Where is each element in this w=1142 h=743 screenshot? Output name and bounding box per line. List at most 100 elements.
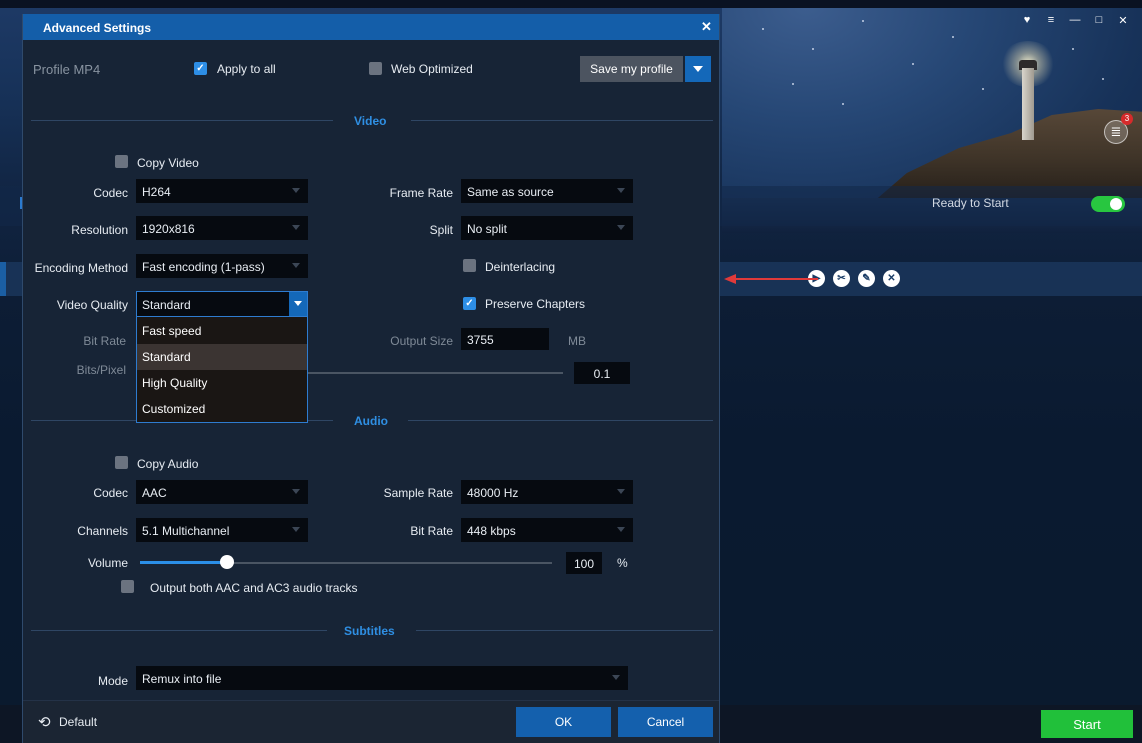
frame-rate-label: Frame Rate [389, 186, 453, 200]
resolution-select[interactable]: 1920x816 [136, 216, 308, 240]
ok-button[interactable]: OK [516, 707, 611, 737]
cancel-button[interactable]: Cancel [618, 707, 713, 737]
frame-rate-value: Same as source [467, 185, 554, 199]
channels-select[interactable]: 5.1 Multichannel [136, 518, 308, 542]
resolution-value: 1920x816 [142, 222, 195, 236]
split-select[interactable]: No split [461, 216, 633, 240]
chevron-down-icon [617, 225, 625, 230]
bit-rate-label: Bit Rate [83, 334, 126, 348]
audio-codec-select[interactable]: AAC [136, 480, 308, 504]
menu-icon[interactable]: ≡ [1044, 14, 1058, 27]
volume-slider-knob[interactable] [220, 555, 234, 569]
channels-label: Channels [77, 524, 128, 538]
row-accent [0, 262, 6, 296]
reset-icon[interactable]: ⟲ [38, 713, 51, 731]
section-divider [411, 120, 713, 121]
quality-option-fast-speed[interactable]: Fast speed [137, 318, 307, 344]
profile-label: Profile MP4 [33, 62, 101, 77]
volume-unit: % [617, 556, 628, 570]
video-quality-select[interactable]: Standard [136, 291, 308, 317]
section-divider [31, 630, 327, 631]
save-profile-dropdown[interactable] [685, 56, 711, 82]
heart-icon[interactable]: ♥ [1020, 14, 1034, 27]
volume-label: Volume [87, 556, 128, 570]
subtitle-mode-select[interactable]: Remux into file [136, 666, 628, 690]
start-toggle[interactable] [1091, 196, 1125, 212]
task-count-badge: 3 [1121, 113, 1133, 125]
chevron-down-icon [617, 489, 625, 494]
encoding-method-select[interactable]: Fast encoding (1-pass) [136, 254, 308, 278]
encoding-method-value: Fast encoding (1-pass) [142, 260, 265, 274]
dual-audio-label: Output both AAC and AC3 audio tracks [150, 581, 358, 595]
chevron-down-icon [292, 527, 300, 532]
volume-slider-fill [140, 561, 227, 564]
close-icon[interactable]: ✕ [701, 19, 712, 35]
channels-value: 5.1 Multichannel [142, 524, 230, 538]
toggle-knob [1110, 198, 1122, 210]
lighthouse-tower [1022, 68, 1034, 140]
output-size-input[interactable]: 3755 [461, 328, 549, 350]
bits-pixel-slider-track[interactable] [307, 372, 563, 374]
chevron-down-icon [292, 188, 300, 193]
resolution-label: Resolution [71, 223, 128, 237]
audio-codec-label: Codec [93, 486, 128, 500]
volume-value[interactable]: 100 [566, 552, 602, 574]
bits-pixel-value[interactable]: 0.1 [574, 362, 630, 384]
apply-to-all-label: Apply to all [217, 62, 276, 76]
deinterlacing-checkbox[interactable] [463, 259, 476, 272]
apply-to-all-checkbox[interactable]: ✓ [194, 62, 207, 75]
dual-audio-checkbox[interactable] [121, 580, 134, 593]
subtitles-section-title: Subtitles [344, 624, 395, 638]
annotation-arrow [724, 274, 818, 284]
encoding-method-label: Encoding Method [34, 261, 128, 275]
dialog-title: Advanced Settings [43, 21, 152, 35]
chevron-down-icon [617, 188, 625, 193]
sample-rate-label: Sample Rate [383, 486, 453, 500]
audio-codec-value: AAC [142, 486, 167, 500]
preserve-chapters-checkbox[interactable]: ✓ [463, 297, 476, 310]
frame-rate-select[interactable]: Same as source [461, 179, 633, 203]
cut-icon[interactable]: ✂ [833, 270, 850, 287]
subtitle-mode-value: Remux into file [142, 672, 222, 686]
audio-bit-rate-value: 448 kbps [467, 524, 516, 538]
output-size-unit: MB [568, 334, 586, 348]
save-profile-button[interactable]: Save my profile [580, 56, 683, 82]
video-quality-value: Standard [142, 298, 191, 312]
copy-video-checkbox[interactable] [115, 155, 128, 168]
minimize-icon[interactable]: — [1068, 14, 1082, 27]
audio-bit-rate-select[interactable]: 448 kbps [461, 518, 633, 542]
chevron-down-icon [292, 225, 300, 230]
advanced-settings-dialog: Advanced Settings ✕ Profile MP4 ✓ Apply … [22, 14, 720, 743]
maximize-icon[interactable]: □ [1092, 14, 1106, 27]
video-quality-label: Video Quality [56, 298, 128, 312]
audio-section-title: Audio [354, 414, 388, 428]
deinterlacing-label: Deinterlacing [485, 260, 556, 274]
quality-option-high-quality[interactable]: High Quality [137, 370, 307, 396]
preserve-chapters-label: Preserve Chapters [485, 297, 586, 311]
section-divider [408, 420, 713, 421]
chevron-down-icon[interactable] [289, 292, 307, 316]
section-divider [31, 120, 333, 121]
sample-rate-value: 48000 Hz [467, 486, 519, 500]
copy-audio-checkbox[interactable] [115, 456, 128, 469]
web-optimized-label: Web Optimized [391, 62, 473, 76]
chevron-down-icon [617, 527, 625, 532]
window-controls: ♥ ≡ — □ ✕ [1020, 14, 1130, 27]
dialog-footer [23, 700, 719, 743]
row-tools: ▶ ✂ ✎ ✕ [808, 270, 900, 287]
quality-option-customized[interactable]: Customized [137, 396, 307, 422]
web-optimized-checkbox[interactable] [369, 62, 382, 75]
output-size-label: Output Size [390, 334, 453, 348]
remove-icon[interactable]: ✕ [883, 270, 900, 287]
default-button[interactable]: Default [59, 715, 97, 729]
quality-option-standard[interactable]: Standard [137, 344, 307, 370]
video-codec-select[interactable]: H264 [136, 179, 308, 203]
start-button[interactable]: Start [1041, 710, 1133, 738]
edit-icon[interactable]: ✎ [858, 270, 875, 287]
sample-rate-select[interactable]: 48000 Hz [461, 480, 633, 504]
chevron-down-icon [292, 489, 300, 494]
subtitle-mode-label: Mode [97, 674, 128, 688]
close-window-icon[interactable]: ✕ [1116, 14, 1130, 27]
video-quality-menu: Fast speed Standard High Quality Customi… [136, 317, 308, 423]
chevron-down-icon [292, 263, 300, 268]
